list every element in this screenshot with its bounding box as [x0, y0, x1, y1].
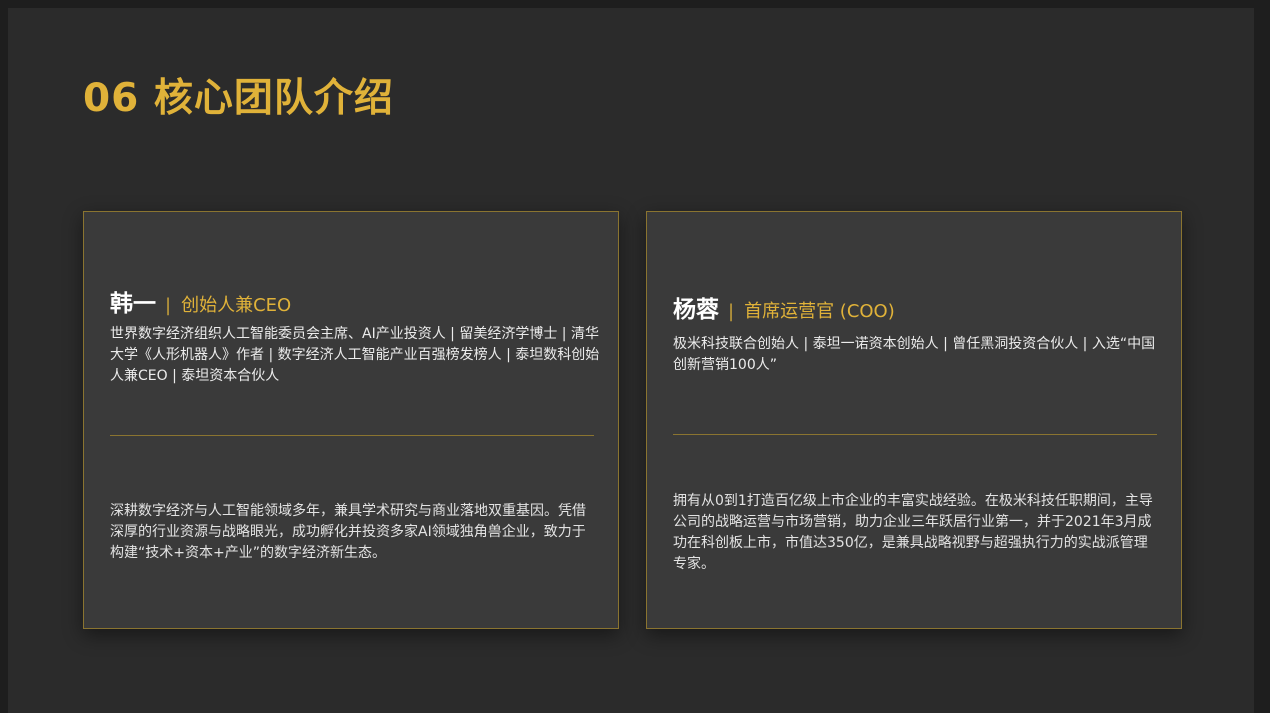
- team-member-card-yang-rong: 杨蓉 | 首席运营官 (COO) 极米科技联合创始人 | 泰坦一诺资本创始人 |…: [646, 211, 1182, 629]
- page-title: 06 核心团队介绍: [83, 76, 394, 121]
- card-divider: [110, 435, 594, 436]
- team-member-card-han-yi: 韩一 | 创始人兼CEO 世界数字经济组织人工智能委员会主席、AI产业投资人 |…: [83, 211, 619, 629]
- name-separator: |: [728, 301, 735, 322]
- member-name: 杨蓉: [673, 297, 719, 323]
- member-bio: 拥有从0到1打造百亿级上市企业的丰富实战经验。在极米科技任职期间，主导公司的战略…: [673, 493, 1153, 572]
- member-role: 创始人兼CEO: [181, 295, 292, 316]
- member-credentials: 世界数字经济组织人工智能委员会主席、AI产业投资人 | 留美经济学博士 | 清华…: [110, 326, 600, 384]
- member-role: 首席运营官 (COO): [744, 301, 895, 322]
- member-credentials: 极米科技联合创始人 | 泰坦一诺资本创始人 | 曾任黑洞投资合伙人 | 入选“中…: [673, 336, 1156, 373]
- member-name: 韩一: [110, 291, 156, 317]
- member-header: 杨蓉 | 首席运营官 (COO): [673, 290, 895, 324]
- name-separator: |: [165, 295, 172, 316]
- member-header: 韩一 | 创始人兼CEO: [110, 284, 291, 318]
- card-divider: [673, 434, 1157, 435]
- member-bio: 深耕数字经济与人工智能领域多年，兼具学术研究与商业落地双重基因。凭借深厚的行业资…: [110, 503, 586, 561]
